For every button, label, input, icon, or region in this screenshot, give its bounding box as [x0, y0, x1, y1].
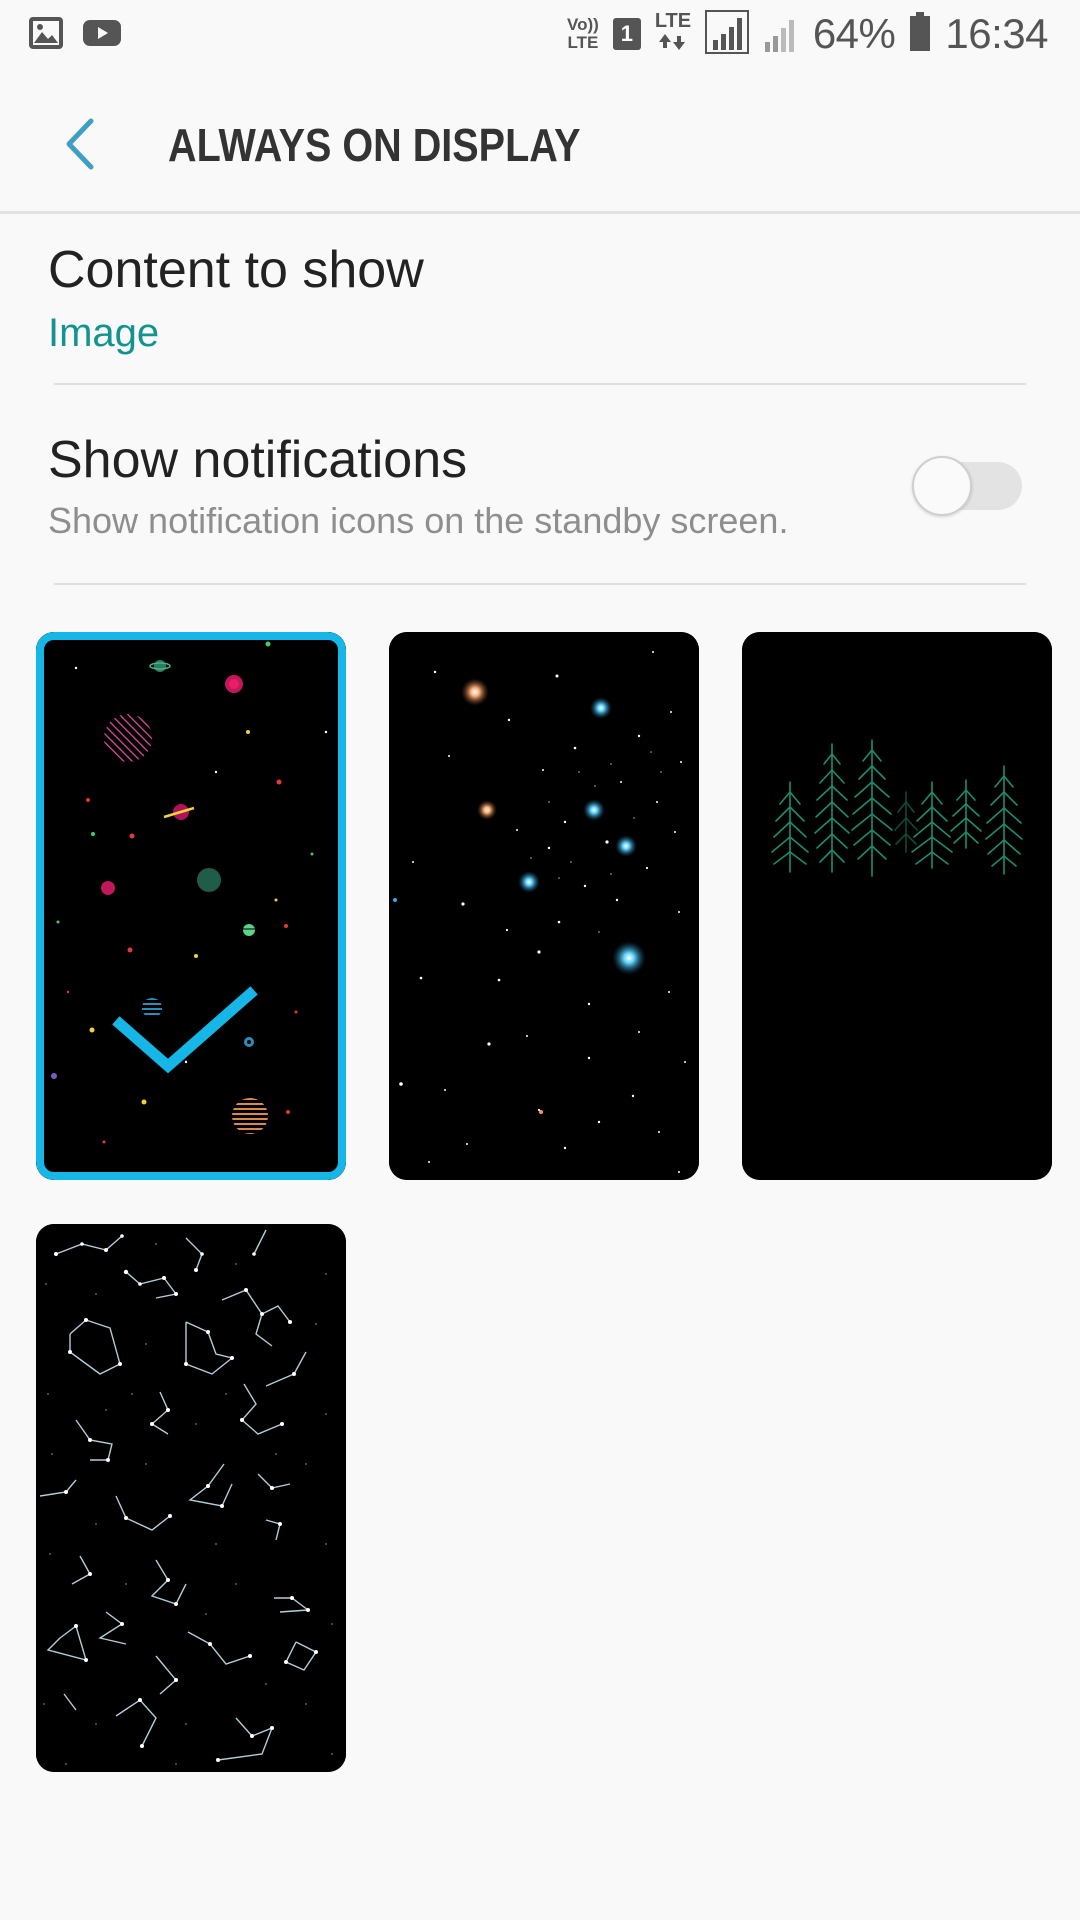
- signal-icon: [704, 10, 749, 58]
- starfield-image: [389, 632, 699, 1180]
- wallpaper-planets[interactable]: [36, 632, 346, 1180]
- lte-text: LTE: [654, 10, 692, 32]
- sim-icon: 1: [612, 18, 641, 50]
- clock: 16:34: [945, 10, 1048, 57]
- status-bar: Vo)) LTE 1 LTE 64% 16:34: [0, 0, 1080, 72]
- wallpaper-starfield[interactable]: [389, 632, 699, 1180]
- content-to-show-title: Content to show: [48, 241, 424, 299]
- chevron-left-icon: [66, 118, 94, 170]
- action-bar: ALWAYS ON DISPLAY: [0, 72, 1080, 214]
- lte-indicator: LTE: [654, 10, 692, 56]
- content-to-show-value: Image: [48, 311, 160, 355]
- status-right-icons: Vo)) LTE 1 LTE 64% 16:34: [567, 10, 1048, 58]
- show-notifications-title: Show notifications: [48, 431, 468, 489]
- divider: [54, 383, 1026, 385]
- show-notifications-toggle[interactable]: [912, 456, 1024, 516]
- back-button[interactable]: [48, 112, 112, 176]
- wallpaper-forest[interactable]: [742, 632, 1052, 1180]
- signal-icon-sim2: [763, 12, 799, 56]
- data-arrows-icon: [658, 34, 685, 50]
- constellations-image: [36, 1224, 346, 1772]
- toggle-thumb: [912, 456, 972, 516]
- wallpaper-constellations[interactable]: [36, 1224, 346, 1772]
- forest-image: [742, 632, 1052, 1180]
- battery-percent: 64%: [812, 10, 896, 57]
- content-to-show-setting[interactable]: Content to show Image: [48, 240, 1026, 358]
- gallery-icon: [28, 16, 64, 54]
- planets-image: [36, 632, 346, 1180]
- volte-bottom-text: LTE: [567, 33, 599, 52]
- show-notifications-subtitle: Show notification icons on the standby s…: [48, 500, 789, 541]
- page-title: ALWAYS ON DISPLAY: [168, 119, 581, 171]
- youtube-icon: [82, 17, 122, 53]
- volte-top-text: Vo)): [567, 15, 599, 34]
- divider: [54, 583, 1026, 585]
- show-notifications-setting[interactable]: Show notifications Show notification ico…: [48, 430, 1026, 550]
- volte-indicator: Vo)) LTE: [567, 16, 599, 52]
- status-left-icons: [28, 16, 122, 54]
- battery-icon: [909, 12, 931, 56]
